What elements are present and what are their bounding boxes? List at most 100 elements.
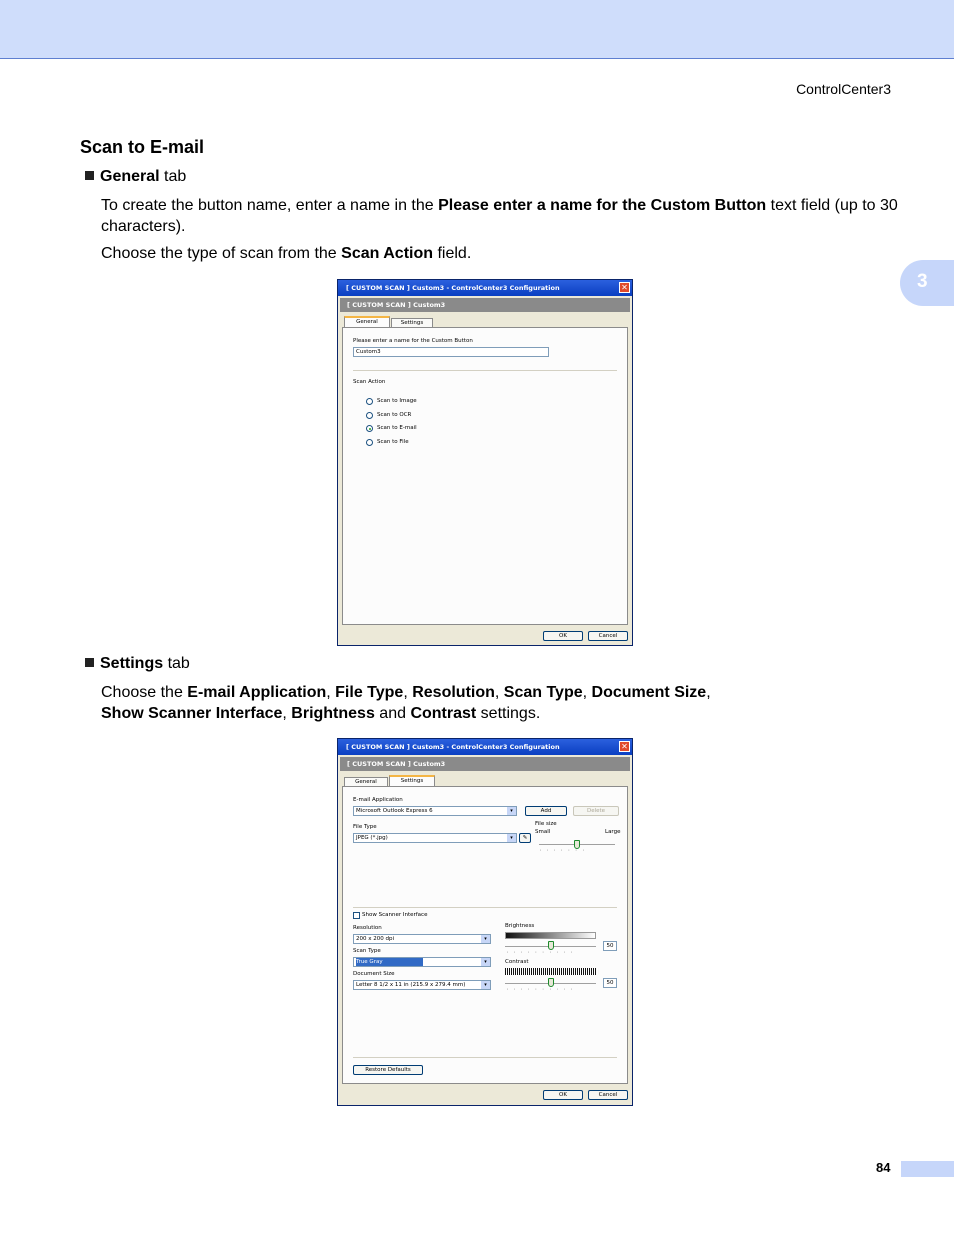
radio-scan-to-ocr[interactable] — [366, 412, 373, 419]
large-label: Large — [605, 829, 621, 835]
cancel-button[interactable]: Cancel — [588, 1090, 628, 1100]
file-size-label: File size — [535, 821, 557, 827]
brightness-gradient — [505, 932, 596, 939]
chapter-number: 3 — [917, 271, 928, 292]
cancel-button[interactable]: Cancel — [588, 631, 628, 641]
divider — [353, 370, 617, 371]
dialog-title: [ CUSTOM SCAN ] Custom3 - ControlCenter3… — [346, 284, 560, 292]
text-run: , — [494, 684, 504, 701]
bold-run: Brightness — [291, 705, 375, 722]
tab-settings[interactable]: Settings — [391, 318, 433, 327]
file-settings-icon[interactable]: ✎ — [519, 833, 531, 843]
dialog-title: [ CUSTOM SCAN ] Custom3 - ControlCenter3… — [346, 743, 560, 751]
text-run: Choose the type of scan from the — [101, 245, 342, 262]
radio-scan-to-file[interactable] — [366, 439, 373, 446]
divider — [353, 907, 617, 908]
restore-defaults-button[interactable]: Restore Defaults — [353, 1065, 423, 1075]
show-scanner-checkbox[interactable] — [353, 912, 360, 919]
general-config-dialog: [ CUSTOM SCAN ] Custom3 - ControlCenter3… — [337, 279, 633, 646]
select-value: True Gray — [356, 958, 423, 966]
select-value: Microsoft Outlook Express 6 — [356, 808, 433, 814]
chevron-down-icon: ▾ — [481, 935, 490, 943]
bullet-square-icon — [85, 658, 94, 667]
divider — [353, 1057, 617, 1058]
text-run: , — [403, 684, 413, 701]
select-value: JPEG (*.jpg) — [356, 835, 388, 841]
bullet-suffix: tab — [159, 168, 187, 185]
bullet-term: General — [100, 168, 160, 185]
option-label: Scan to E-mail — [377, 425, 417, 431]
bold-run: Scan Type — [503, 684, 583, 701]
chevron-down-icon: ▾ — [481, 981, 490, 989]
doc-size-select[interactable]: Letter 8 1/2 x 11 in (215.9 x 279.4 mm) ▾ — [353, 980, 491, 990]
brightness-value[interactable]: 50 — [603, 941, 617, 951]
doc-size-label: Document Size — [353, 971, 395, 977]
ok-button[interactable]: OK — [543, 1090, 583, 1100]
radio-scan-to-email[interactable] — [366, 425, 373, 432]
option-label: Scan to OCR — [377, 412, 412, 418]
chapter-tab: 3 — [900, 260, 954, 306]
header-band — [0, 0, 954, 59]
text-run: field. — [433, 245, 472, 262]
contrast-value[interactable]: 50 — [603, 978, 617, 988]
tab-general[interactable]: General — [344, 777, 388, 786]
tab-settings[interactable]: Settings — [389, 775, 435, 786]
general-bullet: General tab — [85, 168, 186, 186]
button-name-input[interactable]: Custom3 — [353, 347, 549, 357]
delete-button[interactable]: Delete — [573, 806, 619, 816]
running-header: ControlCenter3 — [796, 81, 891, 97]
bold-run: Show Scanner Interface — [101, 705, 283, 722]
bold-run: Scan Action — [341, 245, 434, 262]
bold-run: File Type — [335, 684, 404, 701]
small-label: Small — [535, 829, 551, 835]
text-run: , — [282, 705, 292, 722]
email-app-select[interactable]: Microsoft Outlook Express 6 ▾ — [353, 806, 517, 816]
general-paragraph-1: To create the button name, enter a name … — [101, 195, 901, 237]
dialog-banner: [ CUSTOM SCAN ] Custom3 — [340, 298, 630, 312]
option-label: Scan to File — [377, 439, 409, 445]
close-icon[interactable]: ✕ — [619, 741, 630, 752]
ok-button[interactable]: OK — [543, 631, 583, 641]
text-run: Choose the — [101, 684, 188, 701]
radio-scan-to-image[interactable] — [366, 398, 373, 405]
text-run: , — [706, 684, 711, 701]
text-run: settings. — [476, 705, 541, 722]
resolution-label: Resolution — [353, 925, 382, 931]
dialog-title-bar: [ CUSTOM SCAN ] Custom3 - ControlCenter3… — [338, 739, 632, 755]
show-scanner-label: Show Scanner Interface — [362, 912, 428, 918]
settings-panel: E-mail Application Microsoft Outlook Exp… — [342, 786, 628, 1084]
text-run: , — [582, 684, 592, 701]
select-value: 200 x 200 dpi — [356, 936, 395, 942]
email-app-label: E-mail Application — [353, 797, 403, 803]
general-paragraph-2: Choose the type of scan from the Scan Ac… — [101, 243, 901, 264]
slider-ticks: '''''''''' — [507, 951, 578, 956]
contrast-label: Contrast — [505, 959, 529, 965]
contrast-pattern — [505, 968, 596, 975]
tab-general[interactable]: General — [344, 316, 390, 327]
chevron-down-icon: ▾ — [507, 807, 516, 815]
settings-bullet: Settings tab — [85, 655, 190, 673]
settings-paragraph: Choose the E-mail Application, File Type… — [101, 682, 901, 724]
resolution-select[interactable]: 200 x 200 dpi ▾ — [353, 934, 491, 944]
bullet-term: Settings — [100, 655, 164, 672]
dialog-title-bar: [ CUSTOM SCAN ] Custom3 - ControlCenter3… — [338, 280, 632, 296]
slider-ticks: ''''''' — [540, 849, 590, 854]
file-type-label: File Type — [353, 824, 377, 830]
file-type-select[interactable]: JPEG (*.jpg) ▾ — [353, 833, 517, 843]
close-icon[interactable]: ✕ — [619, 282, 630, 293]
scan-type-select[interactable]: True Gray ▾ — [353, 957, 491, 967]
bold-run: Please enter a name for the Custom Butto… — [438, 197, 767, 214]
section-title: Scan to E-mail — [80, 137, 205, 157]
add-button[interactable]: Add — [525, 806, 567, 816]
brightness-slider-thumb[interactable] — [548, 941, 554, 950]
bold-run: E-mail Application — [187, 684, 327, 701]
select-value: Letter 8 1/2 x 11 in (215.9 x 279.4 mm) — [356, 982, 466, 988]
file-size-slider-thumb[interactable] — [574, 840, 580, 849]
scan-type-label: Scan Type — [353, 948, 381, 954]
contrast-slider-thumb[interactable] — [548, 978, 554, 987]
slider-ticks: '''''''''' — [507, 988, 578, 993]
name-label: Please enter a name for the Custom Butto… — [353, 338, 473, 344]
general-panel: Please enter a name for the Custom Butto… — [342, 327, 628, 625]
chevron-down-icon: ▾ — [481, 958, 490, 966]
bullet-suffix: tab — [163, 655, 190, 672]
